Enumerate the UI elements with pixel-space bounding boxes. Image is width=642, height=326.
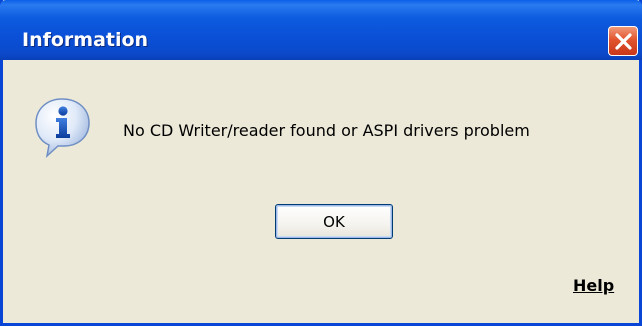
information-dialog: Information No CD Writer/reader found or…: [0, 0, 642, 326]
close-button[interactable]: [608, 26, 638, 56]
info-icon: [35, 98, 90, 159]
window-title: Information: [22, 29, 149, 51]
ok-button[interactable]: OK: [275, 204, 393, 239]
close-icon: [615, 33, 632, 50]
title-bar[interactable]: Information: [0, 0, 642, 60]
dialog-message: No CD Writer/reader found or ASPI driver…: [123, 121, 530, 140]
help-link[interactable]: Help: [573, 276, 614, 295]
